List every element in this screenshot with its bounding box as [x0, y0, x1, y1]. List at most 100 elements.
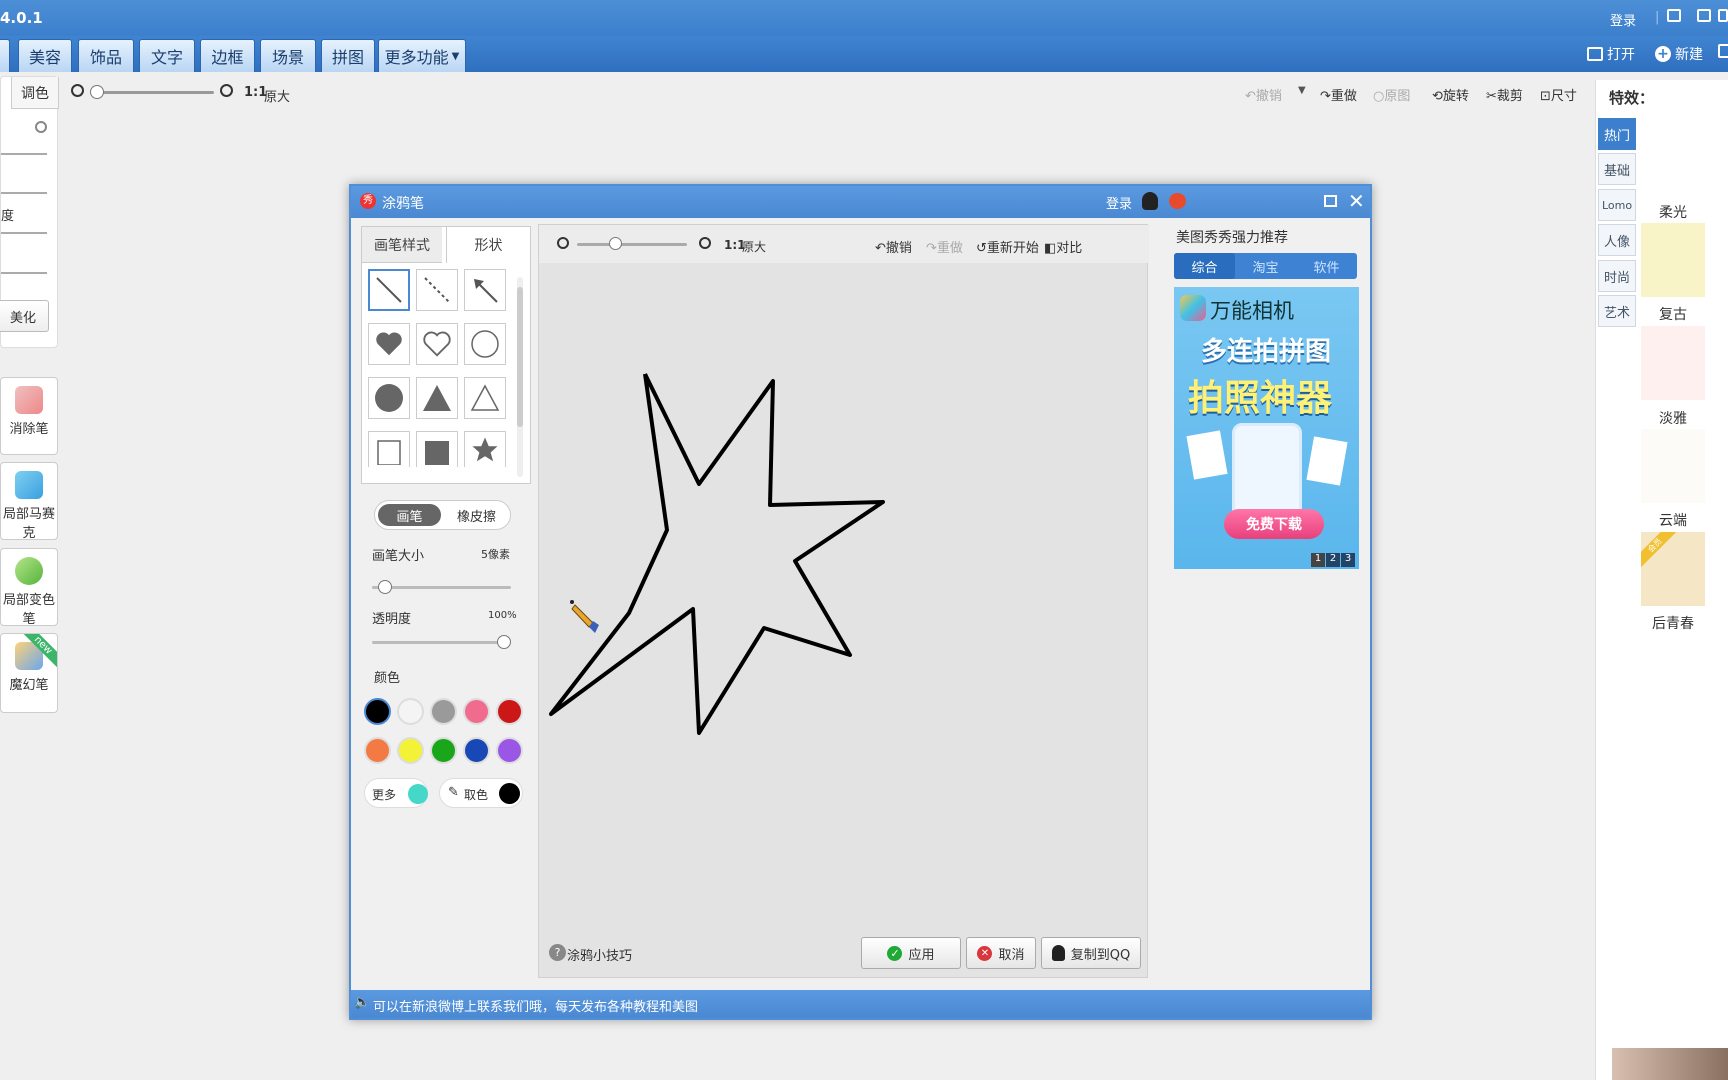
restart-button[interactable]: ↺重新开始	[976, 237, 1039, 256]
tab-accessories[interactable]: 饰品	[78, 39, 134, 72]
color-swatch[interactable]	[496, 698, 523, 725]
tab-partial[interactable]	[0, 39, 10, 72]
shape-circle-filled[interactable]	[368, 377, 410, 419]
brush-size-knob[interactable]	[378, 580, 393, 594]
save-button[interactable]	[1718, 44, 1728, 58]
color-swatch[interactable]	[496, 737, 523, 764]
new-button[interactable]: + 新建	[1655, 44, 1703, 64]
brush-mode-button[interactable]: 画笔	[378, 504, 441, 526]
ad-download-button[interactable]: 免费下载	[1224, 509, 1324, 539]
recommend-tab-software[interactable]: 软件	[1296, 253, 1357, 279]
rotate-button[interactable]: ⟲旋转	[1432, 85, 1469, 104]
tab-scene[interactable]: 场景	[260, 39, 316, 72]
original-button[interactable]: ○原图	[1373, 85, 1410, 104]
beautify-button[interactable]: 美化	[0, 300, 49, 332]
shape-line[interactable]	[368, 269, 410, 311]
effect-thumb-retro[interactable]	[1641, 223, 1705, 297]
login-link[interactable]: 登录	[1610, 10, 1636, 29]
zoom-original-label[interactable]: 原大	[264, 86, 290, 105]
shape-dashed-line[interactable]	[416, 269, 458, 311]
open-button[interactable]: 打开	[1587, 44, 1635, 64]
tab-text[interactable]: 文字	[139, 39, 195, 72]
shape-heart-filled[interactable]	[368, 323, 410, 365]
tab-more-features[interactable]: 更多功能 ▼	[378, 39, 466, 72]
color-swatch[interactable]	[364, 737, 391, 764]
tab-tone[interactable]: 调色	[11, 77, 59, 109]
qq-icon[interactable]	[1142, 192, 1158, 210]
effect-label-retro[interactable]: 复古	[1641, 304, 1705, 324]
apply-button[interactable]: ✓ 应用	[861, 937, 961, 969]
effect-thumb-cloud[interactable]	[1641, 429, 1705, 503]
mosaic-tool[interactable]: 局部马赛克	[0, 462, 58, 541]
canvas-zoom-out-icon[interactable]	[557, 237, 569, 249]
slider-track-1[interactable]	[1, 153, 47, 155]
opacity-slider[interactable]	[372, 641, 511, 644]
color-swatch[interactable]	[430, 737, 457, 764]
minimize-icon[interactable]	[1718, 9, 1728, 22]
zoom-in-icon[interactable]	[220, 84, 233, 97]
shape-arrow[interactable]	[464, 269, 506, 311]
eraser-mode-button[interactable]: 橡皮擦	[445, 504, 508, 526]
shape-square-outline[interactable]	[368, 431, 410, 467]
dialog-login-link[interactable]: 登录	[1106, 193, 1132, 212]
brush-size-slider[interactable]	[372, 586, 511, 589]
ad-page-3[interactable]: 3	[1341, 553, 1355, 567]
more-colors-button[interactable]: 更多	[364, 778, 428, 808]
message-icon[interactable]	[1667, 9, 1681, 22]
canvas-zoom-label[interactable]: 原大	[742, 238, 766, 255]
ad-page-2[interactable]: 2	[1326, 553, 1340, 567]
effect-label-soft[interactable]: 柔光	[1641, 202, 1705, 222]
canvas-redo-button[interactable]: ↷重做	[926, 237, 963, 256]
color-swatch[interactable]	[463, 698, 490, 725]
zoom-slider-track[interactable]	[92, 91, 214, 94]
tab-shapes[interactable]: 形状	[446, 227, 530, 263]
doodle-tips-link[interactable]: 涂鸦小技巧	[567, 945, 632, 964]
effects-tab-fashion[interactable]: 时尚	[1598, 260, 1636, 292]
shape-scrollbar[interactable]	[517, 277, 523, 477]
opacity-knob[interactable]	[497, 635, 511, 649]
crop-button[interactable]: ✂裁剪	[1486, 85, 1523, 104]
effects-tab-portrait[interactable]: 人像	[1598, 224, 1636, 256]
shape-triangle-outline[interactable]	[464, 377, 506, 419]
zoom-out-icon[interactable]	[71, 84, 84, 97]
shape-triangle-filled[interactable]	[416, 377, 458, 419]
compare-button[interactable]: ◧对比	[1044, 237, 1082, 256]
maximize-icon[interactable]	[1324, 195, 1337, 207]
effects-tab-hot[interactable]: 热门	[1598, 118, 1636, 150]
tab-frame[interactable]: 边框	[200, 39, 255, 72]
effect-label-youth[interactable]: 后青春	[1641, 613, 1705, 633]
zoom-slider-knob[interactable]	[90, 85, 104, 99]
color-change-tool[interactable]: 局部变色笔	[0, 548, 58, 627]
copy-to-qq-button[interactable]: 复制到QQ	[1041, 937, 1141, 969]
tab-beauty[interactable]: 美容	[18, 39, 72, 72]
canvas-zoom-knob[interactable]	[609, 237, 622, 250]
tab-collage[interactable]: 拼图	[321, 39, 375, 72]
ad-banner[interactable]: 万能相机 多连拍拼图 拍照神器 免费下载 1 2 3	[1174, 287, 1359, 569]
effect-label-elegant[interactable]: 淡雅	[1641, 408, 1705, 428]
magic-pen-tool[interactable]: new 魔幻笔	[0, 633, 58, 713]
effect-label-cloud[interactable]: 云端	[1641, 510, 1705, 530]
recommend-tab-all[interactable]: 综合	[1174, 253, 1235, 279]
slider-track-3[interactable]	[1, 232, 47, 234]
recommend-tab-taobao[interactable]: 淘宝	[1235, 253, 1296, 279]
window-menu-icon[interactable]	[1697, 9, 1711, 22]
scrollbar-thumb[interactable]	[517, 287, 523, 427]
color-swatch[interactable]	[397, 698, 424, 725]
effect-thumb-youth[interactable]: 会员	[1641, 532, 1705, 606]
shape-star-filled[interactable]	[464, 431, 506, 467]
redo-button[interactable]: ↷重做	[1320, 85, 1357, 104]
canvas-zoom-in-icon[interactable]	[699, 237, 711, 249]
shape-square-filled[interactable]	[416, 431, 458, 467]
size-button[interactable]: ⊡尺寸	[1540, 85, 1577, 104]
status-message[interactable]: 可以在新浪微博上联系我们哦，每天发布各种教程和美图	[373, 996, 698, 1015]
canvas-zoom-track[interactable]	[577, 243, 687, 246]
weibo-icon[interactable]	[1169, 193, 1186, 209]
effect-thumb-elegant[interactable]	[1641, 326, 1705, 400]
undo-button[interactable]: ↶撤销	[1245, 85, 1282, 104]
ad-page-1[interactable]: 1	[1311, 553, 1325, 567]
eraser-pen-tool[interactable]: 消除笔	[0, 377, 58, 455]
color-swatch[interactable]	[364, 698, 391, 725]
color-picker-button[interactable]: ✎ 取色	[439, 778, 523, 808]
undo-dropdown-icon[interactable]: ▼	[1298, 85, 1306, 96]
shape-heart-outline[interactable]	[416, 323, 458, 365]
